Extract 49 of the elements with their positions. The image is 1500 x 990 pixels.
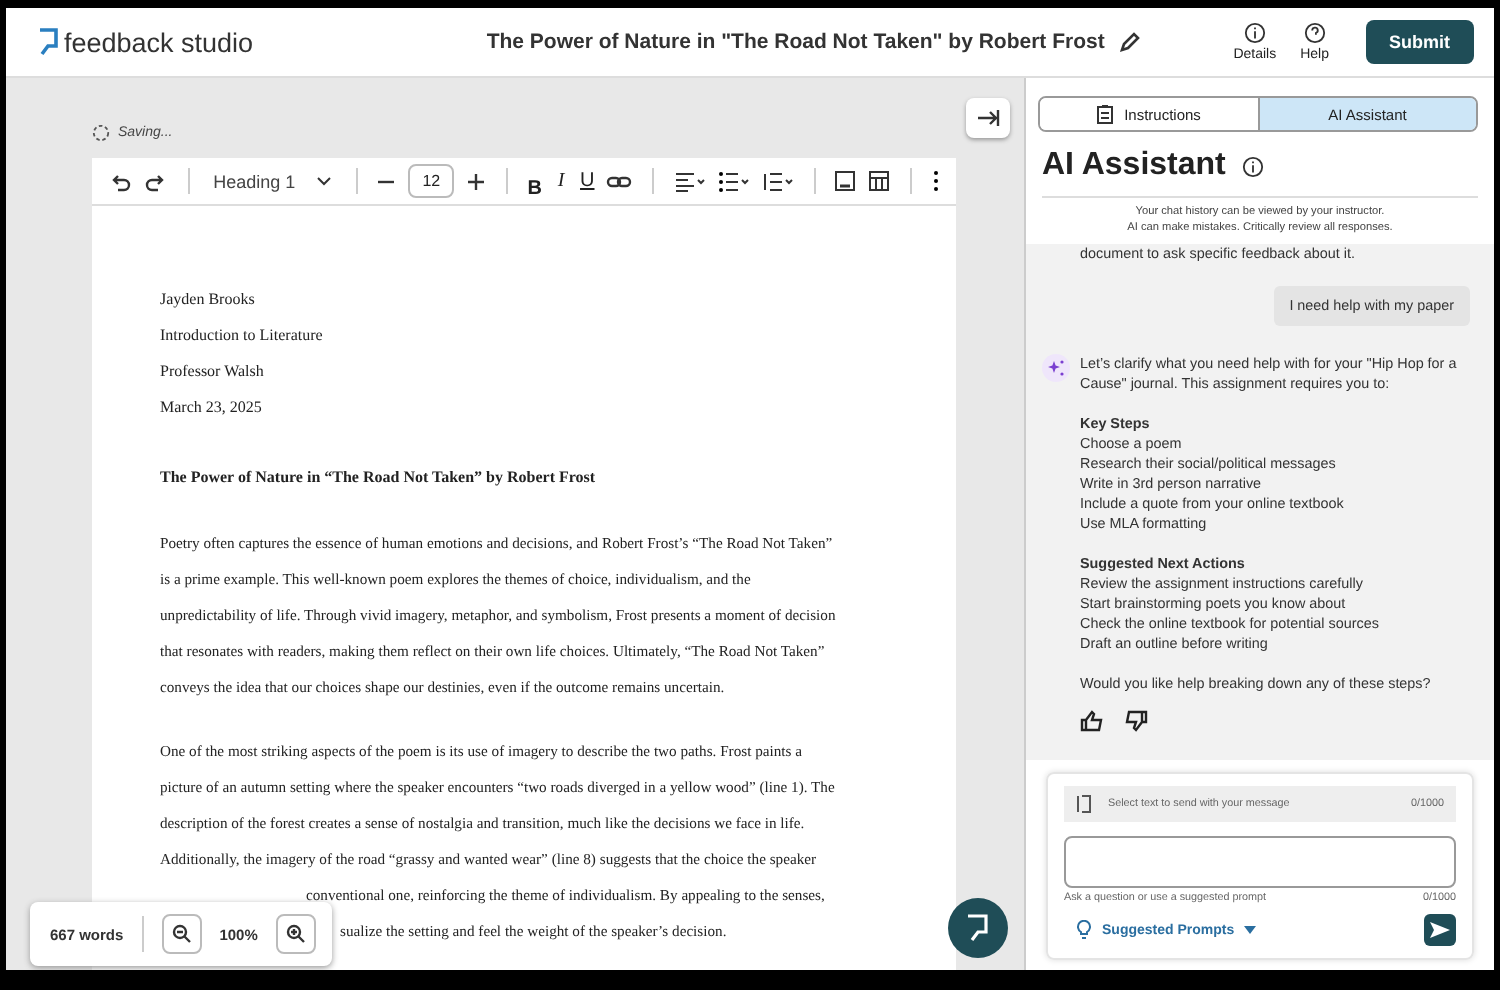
document-line: March 23, 2025 xyxy=(160,396,264,420)
selection-icon xyxy=(1076,794,1092,814)
help-icon xyxy=(1303,22,1326,44)
lightbulb-icon xyxy=(1076,920,1092,940)
message-input[interactable] xyxy=(1064,836,1456,888)
redo-icon[interactable] xyxy=(144,169,168,193)
logo-icon xyxy=(36,26,60,58)
image-icon[interactable] xyxy=(834,170,857,192)
arrow-to-line-icon xyxy=(976,108,1000,128)
document-line: Jayden Brooks xyxy=(160,288,257,312)
panel-heading: AI Assistant xyxy=(1042,148,1226,184)
send-icon xyxy=(1428,920,1452,940)
essay-title: The Power of Nature in “The Road Not Taken” by Robert Frost xyxy=(160,466,598,490)
document-title: The Power of Nature in "The Road Not Taken" by Robert Frost xyxy=(486,30,1105,54)
clipboard-icon xyxy=(1096,104,1115,124)
format-button[interactable]: I xyxy=(553,170,569,192)
zoom-in-button[interactable] xyxy=(275,914,316,954)
format-button[interactable]: U xyxy=(580,170,595,192)
zoom-out-icon xyxy=(171,924,192,944)
font-size-field[interactable]: 12 xyxy=(408,164,455,198)
document-line: Professor Walsh xyxy=(160,360,266,384)
zoom-out-button[interactable] xyxy=(161,914,202,954)
send-button[interactable] xyxy=(1424,914,1456,946)
table-icon[interactable] xyxy=(868,170,891,192)
pencil-icon[interactable] xyxy=(1118,30,1143,54)
line-spacing-icon[interactable] xyxy=(761,171,794,191)
list-icon[interactable] xyxy=(717,171,750,191)
align-icon[interactable] xyxy=(673,171,706,191)
style-dropdown[interactable]: Heading 1 xyxy=(213,171,332,191)
thumbs-down-icon[interactable] xyxy=(1124,710,1148,732)
chevron-down-icon xyxy=(315,175,332,187)
plus-icon[interactable] xyxy=(466,171,487,191)
more-icon[interactable] xyxy=(932,170,941,192)
info-icon xyxy=(1243,22,1266,44)
submit-button[interactable]: Submit xyxy=(1365,20,1474,64)
assistant-fab-button[interactable] xyxy=(948,898,1008,958)
logo-icon xyxy=(964,912,992,944)
document-line: Introduction to Literature xyxy=(160,324,325,348)
zoom-in-icon xyxy=(285,924,306,944)
format-button[interactable]: B xyxy=(527,178,542,200)
logo-text: feedback studio xyxy=(64,27,254,57)
link-icon[interactable] xyxy=(606,171,633,191)
undo-icon[interactable] xyxy=(108,169,132,193)
caret-icon xyxy=(1244,926,1257,934)
collapse-panel-button[interactable] xyxy=(966,98,1010,138)
thumbs-up-icon[interactable] xyxy=(1080,710,1104,732)
info-icon[interactable] xyxy=(1241,155,1264,177)
spinner-icon xyxy=(92,124,110,142)
sparkle-icon xyxy=(1042,354,1070,382)
